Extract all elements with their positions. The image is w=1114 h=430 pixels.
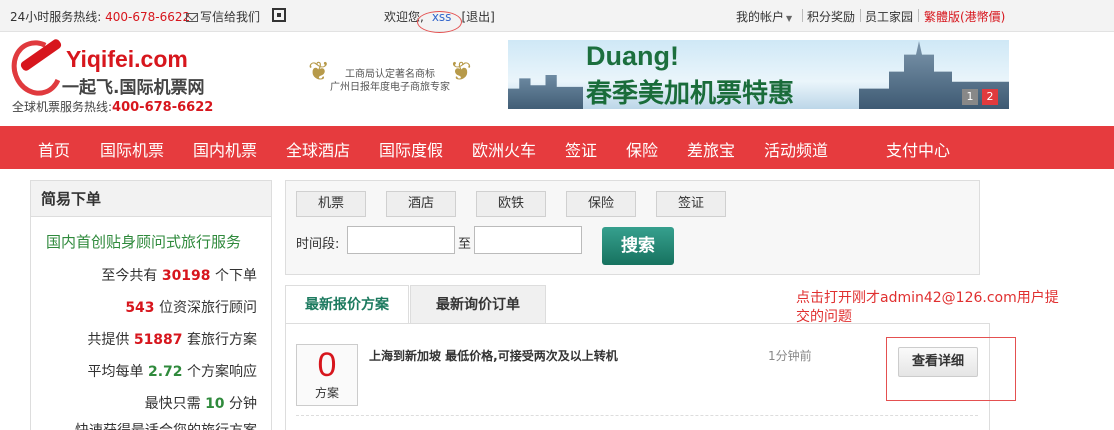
- listing-route-title[interactable]: 上海到新加坡 最低价格,可接受两次及以上转机: [369, 347, 618, 364]
- search-button[interactable]: 搜索: [602, 227, 674, 265]
- header-hotline-number: 400-678-6622: [112, 100, 214, 115]
- stat-cutoff-text: 快速获得最适合您的旅行方案: [75, 420, 257, 430]
- listing-panel: [285, 323, 990, 430]
- tab-latest-quotes[interactable]: 最新报价方案: [285, 285, 409, 324]
- award-line1: 工商局认定著名商标: [345, 69, 435, 80]
- main-nav: 首页 国际机票 国内机票 全球酒店 国际度假 欧洲火车 签证 保险 差旅宝 活动…: [0, 126, 1114, 169]
- mail-icon: [186, 13, 198, 22]
- stat-value: 51887: [133, 332, 183, 348]
- logo-cn-text: 一起飞.国际机票网: [62, 78, 205, 98]
- nav-item-visa[interactable]: 签证: [565, 137, 597, 161]
- search-panel: 机票 酒店 欧铁 保险 签证 时间段: 至 搜索: [285, 180, 980, 275]
- top-hotline: 24小时服务热线: 400-678-6622: [10, 8, 190, 25]
- nav-item-vacations[interactable]: 国际度假: [379, 137, 443, 161]
- nav-item-business-travel[interactable]: 差旅宝: [687, 137, 735, 161]
- listing-time: 1分钟前: [768, 349, 812, 363]
- stat-text: 平均每单: [87, 364, 144, 380]
- nav-item-home[interactable]: 首页: [38, 137, 70, 161]
- stat-value: 543: [125, 300, 155, 316]
- award-badge: 工商局认定著名商标 广州日报年度电子商旅专家: [308, 62, 472, 100]
- to-label: 至: [458, 237, 472, 252]
- my-account-label: 我的帐户: [736, 10, 785, 24]
- stat-plans: 共提供 51887 套旅行方案: [87, 329, 257, 349]
- plan-count-unit: 方案: [314, 386, 339, 400]
- plan-count: 0: [317, 346, 337, 384]
- chevron-down-icon: ▼: [786, 14, 793, 23]
- promo-banner[interactable]: Duang! 春季美加机票特惠 1 2: [508, 40, 1009, 109]
- period-label: 时间段:: [296, 237, 340, 252]
- stat-value: 30198: [161, 268, 211, 284]
- nav-item-events[interactable]: 活动频道: [764, 137, 828, 161]
- header-hotline-label: 全球机票服务热线:: [12, 100, 113, 114]
- divider: [802, 9, 803, 22]
- write-letter-label: 写信给我们: [200, 10, 261, 24]
- plan-count-box: 0 方案: [296, 344, 358, 406]
- search-tab-hotels[interactable]: 酒店: [386, 191, 456, 217]
- header-hotline: 全球机票服务热线:400-678-6622: [12, 98, 213, 115]
- annotation-box: [886, 337, 1016, 401]
- stat-orders: 至今共有 30198 个下单: [101, 265, 257, 285]
- my-account-menu[interactable]: 我的帐户 ▼: [736, 8, 792, 25]
- end-date-input[interactable]: [474, 226, 582, 254]
- divider: [918, 9, 919, 22]
- quick-order-slogan: 国内首创贴身顾问式旅行服务: [46, 233, 242, 251]
- nav-item-intl-flights[interactable]: 国际机票: [100, 137, 164, 161]
- banner-page-2[interactable]: 2: [982, 89, 998, 105]
- stat-text: 最快只需: [144, 396, 201, 412]
- tab-latest-inquiries[interactable]: 最新询价订单: [410, 285, 546, 324]
- stat-text: 套旅行方案: [187, 332, 257, 348]
- search-tab-eurail[interactable]: 欧铁: [476, 191, 546, 217]
- top-hotline-label: 24小时服务热线:: [10, 10, 102, 24]
- username-highlight-oval: [417, 11, 462, 33]
- stat-text: 个方案响应: [187, 364, 257, 380]
- search-tab-flights[interactable]: 机票: [296, 191, 366, 217]
- quick-order-panel: 简易下单 国内首创贴身顾问式旅行服务 至今共有 30198 个下单 543 位资…: [30, 180, 272, 430]
- search-tab-insurance[interactable]: 保险: [566, 191, 636, 217]
- stat-value: 10: [205, 396, 225, 412]
- search-tab-visa[interactable]: 签证: [656, 191, 726, 217]
- stat-average: 平均每单 2.72 个方案响应: [88, 361, 257, 381]
- top-hotline-number: 400-678-6622: [105, 10, 191, 24]
- top-bar: 24小时服务热线: 400-678-6622 写信给我们 欢迎您, xss [退出]…: [0, 0, 1114, 33]
- write-letter-link[interactable]: 写信给我们: [186, 8, 260, 25]
- annotation-text: 点击打开刚才admin42@126.com用户提交的问题: [796, 290, 1059, 325]
- banner-slogan: 春季美加机票特惠: [586, 79, 795, 109]
- traditional-version-link[interactable]: 繁體版(港幣價): [924, 8, 1005, 25]
- city-skyline-image: [508, 75, 583, 109]
- nav-item-domestic-flights[interactable]: 国内机票: [193, 137, 257, 161]
- nav-item-europe-rail[interactable]: 欧洲火车: [472, 137, 536, 161]
- quick-order-title: 简易下单: [31, 181, 271, 217]
- stat-text: 个下单: [215, 268, 257, 284]
- stat-value: 2.72: [148, 364, 183, 380]
- points-link[interactable]: 积分奖励: [807, 8, 855, 25]
- divider: [860, 9, 861, 22]
- nav-item-hotels[interactable]: 全球酒店: [286, 137, 350, 161]
- logout-link[interactable]: [退出]: [461, 10, 494, 24]
- nav-item-payment[interactable]: 支付中心: [886, 137, 950, 161]
- banner-title: Duang!: [586, 41, 679, 71]
- qr-code-icon[interactable]: [272, 8, 286, 22]
- stat-fastest: 最快只需 10 分钟: [145, 393, 257, 413]
- start-date-input[interactable]: [347, 226, 455, 254]
- award-line2: 广州日报年度电子商旅专家: [330, 82, 450, 93]
- stat-text: 共提供: [87, 332, 130, 348]
- stat-consultants: 543 位资深旅行顾问: [125, 297, 257, 317]
- staff-home-link[interactable]: 员工家园: [865, 8, 913, 25]
- row-divider: [296, 415, 978, 416]
- banner-page-1[interactable]: 1: [962, 89, 978, 105]
- stat-text: 分钟: [229, 396, 257, 412]
- nav-item-insurance[interactable]: 保险: [626, 137, 658, 161]
- stat-text: 至今共有: [101, 268, 158, 284]
- stat-text: 位资深旅行顾问: [159, 300, 257, 316]
- logo-text: Yiqifei.com: [66, 46, 188, 72]
